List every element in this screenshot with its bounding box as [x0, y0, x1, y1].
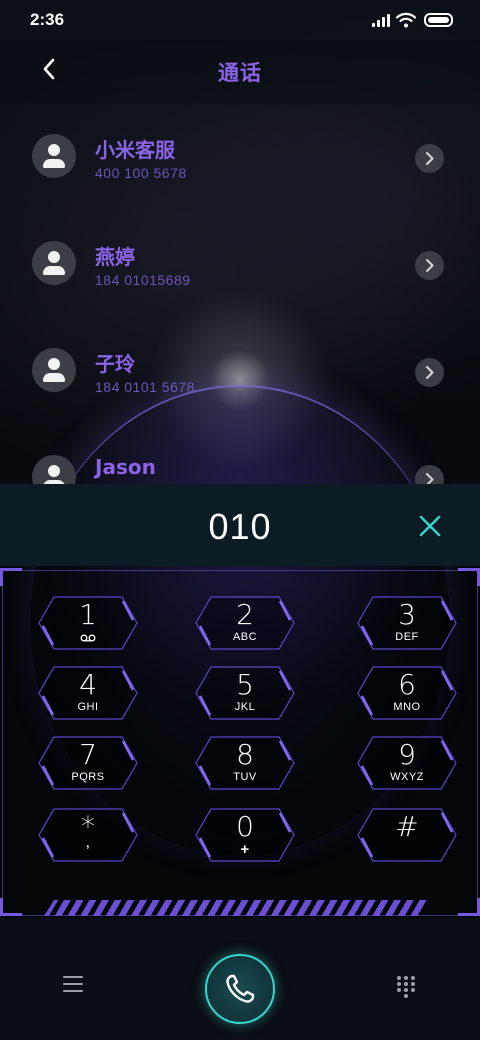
key-1[interactable]: 1 [38, 596, 138, 650]
menu-icon[interactable] [63, 976, 83, 992]
frame-corner [458, 568, 480, 586]
keypad: 1 2 ABC 3 DEF 4 GHI 5 JKL 6 MNO 7 PQRS 8 TUV 9 WXYZ *, 0 + # [0, 566, 480, 918]
dialed-number: 010 [208, 506, 272, 547]
key-0[interactable]: 0 + [195, 808, 295, 862]
clear-icon[interactable] [418, 514, 442, 538]
avatar [32, 134, 76, 178]
voicemail-icon [80, 634, 96, 642]
avatar [32, 241, 76, 285]
key-letters: JKL [234, 701, 256, 713]
contact-name: 小米客服 [95, 138, 175, 162]
key-7[interactable]: 7 PQRS [38, 736, 138, 790]
contact-list: 小米客服 400 100 5678 燕婷 184 01015689 子玲 184… [0, 104, 480, 484]
chevron-right-icon[interactable] [415, 358, 444, 387]
key-5[interactable]: 5 JKL [195, 666, 295, 720]
status-time: 2:36 [30, 10, 65, 29]
key-letters: TUV [233, 771, 257, 783]
contact-item[interactable]: Jason [0, 425, 480, 484]
key-digit: 5 [236, 668, 254, 701]
key-6[interactable]: 6 MNO [357, 666, 457, 720]
keypad-grid-icon[interactable] [397, 976, 415, 998]
key-digit: 9 [398, 738, 416, 771]
key-letters: , [86, 838, 90, 850]
dial-display: 010 [0, 484, 480, 566]
key-digit: 4 [79, 668, 97, 701]
key-letters: + [240, 841, 250, 858]
bottom-bar [0, 918, 480, 1040]
contact-number: 184 0101 5678 [95, 379, 195, 395]
key-hash[interactable]: # [357, 808, 457, 862]
chevron-right-icon[interactable] [415, 251, 444, 280]
call-button[interactable] [205, 954, 275, 1024]
key-3[interactable]: 3 DEF [357, 596, 457, 650]
key-letters: MNO [393, 701, 421, 713]
key-star[interactable]: *, [38, 808, 138, 862]
contact-item[interactable]: 小米客服 400 100 5678 [0, 104, 480, 211]
contact-name: Jason [95, 455, 156, 479]
contact-item[interactable]: 燕婷 184 01015689 [0, 211, 480, 318]
contact-number: 184 01015689 [95, 272, 191, 288]
key-digit: 7 [79, 738, 97, 771]
key-digit: # [395, 810, 419, 843]
contact-name: 子玲 [95, 352, 135, 376]
chevron-right-icon[interactable] [415, 144, 444, 173]
status-bar: 2:36 [0, 0, 480, 40]
phone-icon [226, 974, 255, 1003]
key-digit: 3 [398, 598, 416, 631]
back-button[interactable] [36, 55, 64, 83]
avatar [32, 348, 76, 392]
decorative-stripes [44, 900, 430, 916]
contact-item[interactable]: 子玲 184 0101 5678 [0, 318, 480, 425]
key-digit: 1 [79, 598, 97, 631]
key-2[interactable]: 2 ABC [195, 596, 295, 650]
frame-corner [0, 568, 22, 586]
key-9[interactable]: 9 WXYZ [357, 736, 457, 790]
key-8[interactable]: 8 TUV [195, 736, 295, 790]
key-digit: 0 [236, 810, 254, 843]
key-letters: ABC [232, 631, 258, 643]
chevron-right-icon[interactable] [415, 465, 444, 484]
frame-corner [0, 898, 22, 916]
signal-icon [372, 14, 390, 27]
wifi-icon [396, 12, 416, 28]
contact-number: 400 100 5678 [95, 165, 187, 181]
key-digit: 2 [236, 598, 254, 631]
key-digit: 6 [398, 668, 416, 701]
battery-icon [424, 13, 453, 27]
key-letters: WXYZ [390, 771, 424, 783]
key-letters: PQRS [71, 771, 105, 783]
key-letters: DEF [395, 631, 419, 643]
title-bar: 通话 [0, 40, 480, 104]
page-title: 通话 [218, 61, 262, 85]
contact-name: 燕婷 [95, 245, 135, 269]
key-digit: 8 [236, 738, 254, 771]
avatar [32, 455, 76, 484]
key-4[interactable]: 4 GHI [38, 666, 138, 720]
frame-corner [458, 898, 480, 916]
key-letters: GHI [77, 701, 99, 713]
